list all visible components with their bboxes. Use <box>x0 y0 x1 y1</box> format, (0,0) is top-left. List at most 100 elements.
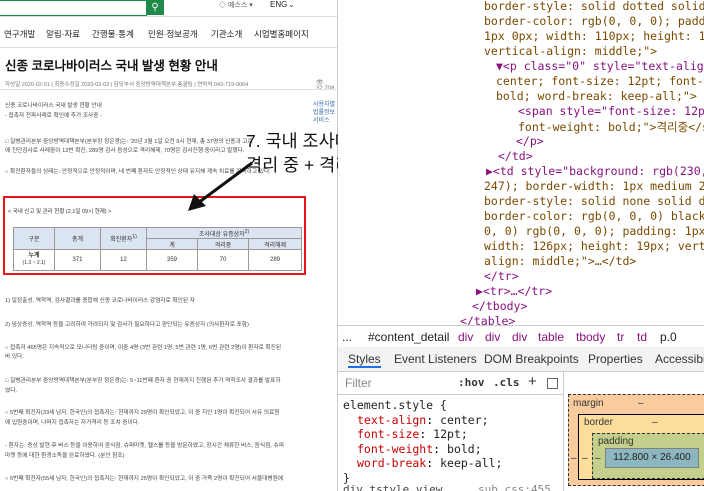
paragraph: 1) 일정출성, 역학역, 검사결과를 종합해 신종 코로나바이러스 감염자로 … <box>5 298 195 304</box>
table-cell: 12 <box>100 249 147 271</box>
margin-top-value: – <box>638 398 644 409</box>
filter-input[interactable]: Filter <box>345 376 372 390</box>
style-property[interactable]: word-break: keep-all; <box>343 456 502 471</box>
language-link[interactable]: ENG <box>270 0 287 9</box>
divider <box>0 89 337 90</box>
paragraph: □ 질병관리본부 중앙방역대책본부(본부장 정은경)는: '20년 2월 1일 … <box>5 139 253 145</box>
code-line[interactable]: vertical-align: middle;"> <box>484 44 657 58</box>
code-line[interactable]: 1px 0px; width: 110px; height: 19px; <box>484 29 704 43</box>
search-input[interactable] <box>0 0 147 16</box>
tab-properties[interactable]: Properties <box>588 352 643 366</box>
nav-item-civil[interactable]: 민원·정보공개 <box>148 28 198 40</box>
nav-item-news[interactable]: 알림·자료 <box>46 28 80 40</box>
tab-accessibility[interactable]: Accessibili <box>655 352 704 366</box>
nav-item-research[interactable]: 연구개발 <box>4 28 35 40</box>
breadcrumb-item[interactable]: table <box>538 330 564 344</box>
table-cell: 359 <box>146 249 198 271</box>
divider <box>0 47 337 48</box>
box-model-content[interactable]: 112.800 × 26.400 <box>605 448 699 468</box>
paragraph: 마켓 등에 대한 환경소독을 완료하였다. (분인 참조) <box>5 453 125 459</box>
code-line[interactable]: </tr> <box>484 269 519 283</box>
side-link[interactable]: 서비스 <box>313 117 337 125</box>
tab-event-listeners[interactable]: Event Listeners <box>394 352 477 366</box>
search-button[interactable]: ⚲ <box>146 0 164 15</box>
post-meta: 작성일 2020-02-01 | 최종수정일 2020-02-02 | 담당부서… <box>5 82 249 88</box>
code-line[interactable]: 247); border-width: 1px medium 2px 1 <box>484 179 704 193</box>
breadcrumb-item[interactable]: ... <box>342 330 352 344</box>
style-property[interactable]: font-weight: bold; <box>343 442 502 457</box>
computed-sidebar-icon[interactable] <box>547 378 558 389</box>
side-links: 사용자별 법률정보 서비스 <box>313 101 337 125</box>
new-rule-button[interactable]: + <box>528 373 537 390</box>
table-header: 총계 <box>54 227 101 250</box>
breadcrumb-item[interactable]: div <box>458 330 473 344</box>
table-header: 구분 <box>13 227 55 250</box>
code-line[interactable]: </td> <box>498 149 533 163</box>
breadcrumb: ... #content_detail div div div table tb… <box>338 325 704 349</box>
breadcrumb-item[interactable]: td <box>637 330 647 344</box>
paragraph: ○ 접촉자 465명은 지속적으로 모니터링 중이며, 이중 4명 (3번 관련… <box>5 345 282 351</box>
paragraph: ○ 5번째 확진자(33세 남자, 한국인)의 접촉자는: 현재까지 29명이 … <box>5 410 280 416</box>
code-line[interactable]: font-weight: bold;">격리중</spa <box>518 119 704 135</box>
webpage-panel: ⚲ ◇ 예스스 ▾ ENG ⌄ 연구개발 알림·자료 간행물·통계 민원·정보공… <box>0 0 337 491</box>
site-select[interactable]: ◇ 예스스 ▾ <box>219 0 253 10</box>
annotation-arrow-icon <box>188 161 253 211</box>
breadcrumb-item[interactable]: tbody <box>576 330 605 344</box>
code-line[interactable]: ▼<p class="0" style="text-align: <box>496 59 704 73</box>
box-model: margin – – border – – padding – 112.800 … <box>563 372 704 491</box>
paragraph: 신종 코로나바이러스 국내 발생 현황 안내 <box>5 103 102 109</box>
style-property[interactable]: font-size: 12pt; <box>343 427 502 442</box>
border-label: border <box>584 417 613 428</box>
nav-item-publications[interactable]: 간행물·통계 <box>92 28 134 40</box>
code-line[interactable]: border-style: solid none solid dotte <box>484 194 704 208</box>
code-line[interactable]: border-style: solid dotted solid sol <box>484 0 704 13</box>
style-rules: element.style { text-align: center; font… <box>343 398 502 485</box>
code-line[interactable]: border-color: rgb(0, 0, 0) black rgb <box>484 209 704 223</box>
breadcrumb-item[interactable]: div <box>512 330 527 344</box>
code-line[interactable]: width: 126px; height: 19px; vertical <box>484 239 704 253</box>
breadcrumb-item[interactable]: tr <box>617 330 624 344</box>
code-line[interactable]: <span style="font-size: 12pt; <box>518 104 704 118</box>
page-title: 신종 코로나바이러스 국내 발생 현황 안내 <box>5 59 218 73</box>
breadcrumb-item[interactable]: #content_detail <box>368 330 449 344</box>
tab-dom-breakpoints[interactable]: DOM Breakpoints <box>484 352 579 366</box>
code-line[interactable]: ▶<tr>…</tr> <box>476 284 552 298</box>
paragraph: 바 있다. <box>5 354 24 360</box>
side-link[interactable]: 사용자별 <box>313 101 337 109</box>
style-property[interactable]: text-align: center; <box>343 413 502 428</box>
code-line[interactable]: border-color: rgb(0, 0, 0); padding: <box>484 14 704 28</box>
table-header: 격리해제 <box>248 238 302 250</box>
paragraph: 2) 임상증상, 역학역 등을 고려하여 가려되지 및 검사가 필요하다고 판단… <box>5 322 249 328</box>
search-icon: ⚲ <box>151 2 159 13</box>
table-header: 조사대상 유증상자2) <box>146 227 302 239</box>
code-line[interactable]: </p> <box>516 134 544 148</box>
devtools-panel: border-style: solid dotted solid sol bor… <box>338 0 704 491</box>
code-line[interactable]: bold; word-break: keep-all;"> <box>496 89 697 103</box>
table-cell: 289 <box>248 249 302 271</box>
class-toggle-button[interactable]: .cls <box>493 376 520 389</box>
side-link[interactable]: 법률정보 <box>313 109 337 117</box>
code-line[interactable]: </tbody> <box>472 299 527 313</box>
tab-styles[interactable]: Styles <box>348 352 381 368</box>
code-line[interactable]: ▶<td style="background: rgb(230, 238 <box>486 164 704 178</box>
rule-selector[interactable]: element.style { <box>343 398 502 413</box>
breadcrumb-item[interactable]: div <box>485 330 500 344</box>
paragraph: 였다. <box>5 388 18 394</box>
table-header: 계 <box>146 238 198 250</box>
margin-left-value: – <box>571 453 577 464</box>
code-line[interactable]: align: middle;">…</td> <box>484 254 636 268</box>
view-count: 👁 32,708 <box>316 80 334 92</box>
nav-item-about[interactable]: 기관소개 <box>211 28 242 40</box>
divider <box>0 16 337 17</box>
paragraph: - 접촉자 전파사례로 확인예 추가 조사중 - <box>5 113 102 119</box>
hover-state-button[interactable]: :hov <box>458 376 485 389</box>
code-line[interactable]: center; font-size: 12pt; font-weigh <box>496 74 704 88</box>
chevron-down-icon[interactable]: ⌄ <box>288 0 295 9</box>
status-table: 구분 총계 확진환자1) 조사대상 유증상자2) 계 격리중 격리해제 누계 (1… <box>13 227 302 271</box>
table-cell: 누계 (1.3 ~ 2.1) <box>13 249 55 271</box>
breadcrumb-item-current[interactable]: p.0 <box>660 330 677 344</box>
code-line[interactable]: 0, 0) rgb(0, 0, 0); padding: 1px 0px <box>484 224 704 238</box>
nav-item-sites[interactable]: 시업별홈페이지 <box>254 28 309 40</box>
margin-label: margin <box>573 398 604 409</box>
table-row: 누계 (1.3 ~ 2.1) 371 12 359 70 289 <box>13 249 302 271</box>
